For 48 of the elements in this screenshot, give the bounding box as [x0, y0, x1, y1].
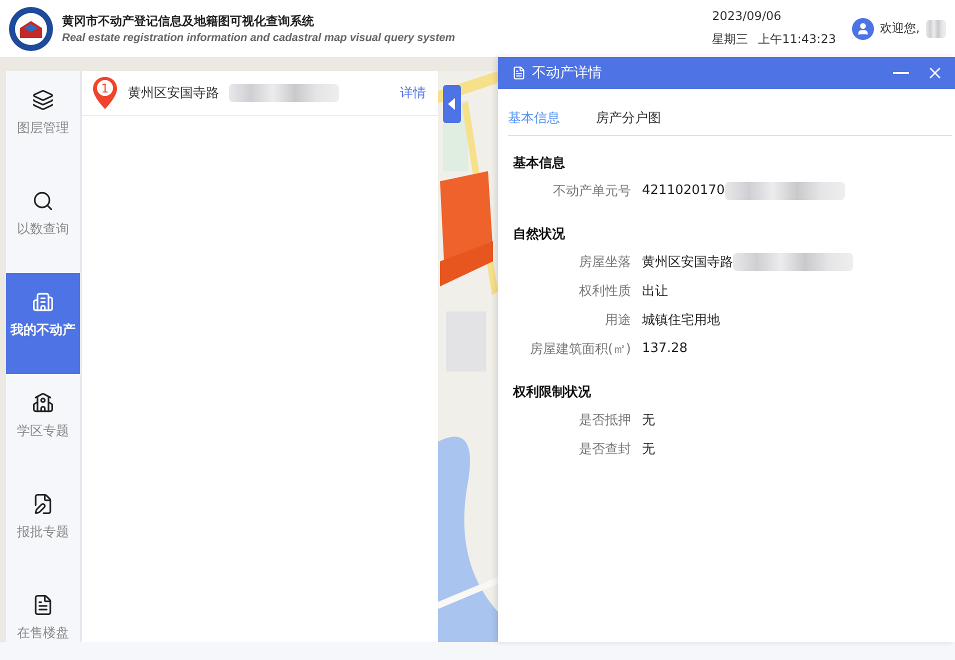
detail-title: 不动产详情 [532, 64, 602, 82]
section-title: 权利限制状况 [513, 384, 592, 401]
document-edit-icon [32, 493, 54, 515]
details-link[interactable]: 详情 [400, 84, 426, 102]
pin-number: 1 [101, 82, 109, 96]
field-value: 137.28 [642, 341, 688, 356]
field-label: 是否抵押 [578, 412, 631, 428]
app-title: 黄冈市不动产登记信息及地籍图可视化查询系统 [62, 13, 315, 30]
greeting-text: 欢迎您, [880, 20, 920, 37]
minimize-icon [893, 72, 909, 74]
field-label: 是否查封 [578, 440, 631, 458]
redacted-block [926, 20, 946, 38]
field-value: 无 [642, 440, 655, 458]
tab[interactable]: 房产分户图 [596, 109, 661, 127]
document-icon [32, 594, 54, 616]
field-value: 黄州区安国寺路 [642, 254, 733, 270]
field-value: 城镇住宅用地 [642, 312, 720, 328]
field-label: 房屋建筑面积(㎡) [528, 340, 631, 358]
sidebar-item[interactable]: 以数查询 [6, 172, 80, 273]
sidebar-item[interactable]: 报批专题 [6, 475, 80, 576]
field-label: 用途 [604, 312, 631, 328]
logo-icon [8, 6, 54, 52]
field-label: 权利性质 [578, 282, 631, 300]
app-subtitle: Real estate registration information and cadastral map visual query system [62, 32, 456, 44]
school-building-icon [32, 392, 54, 414]
layers-icon [32, 89, 54, 111]
section-title: 自然状况 [513, 226, 566, 243]
caret-left-icon [448, 98, 456, 110]
field-value: 出让 [642, 282, 668, 300]
sidebar-item[interactable]: 图层管理 [6, 71, 80, 172]
document-icon [512, 66, 526, 80]
sidebar-item[interactable]: 我的不动产 [6, 273, 80, 374]
field-label: 房屋坐落 [578, 254, 631, 270]
sidebar-item[interactable]: 学区专题 [6, 374, 80, 475]
field-value: 4211020170 [642, 183, 725, 198]
time-text: 上午11:43:23 [758, 31, 836, 48]
section-title: 基本信息 [513, 155, 566, 172]
date-text: 2023/09/06 [712, 9, 782, 23]
user-avatar-icon[interactable] [852, 18, 874, 40]
collapse-button[interactable] [443, 85, 461, 123]
building-icon [32, 291, 54, 313]
sidebar-item[interactable]: 在售楼盘 [6, 576, 80, 642]
weekday-text: 星期三 [712, 31, 748, 48]
tab[interactable]: 基本信息 [508, 109, 560, 127]
field-value: 无 [642, 412, 655, 428]
address-text: 黄州区安国寺路 [128, 85, 219, 102]
search-icon [32, 190, 54, 212]
field-label: 不动产单元号 [552, 182, 631, 200]
